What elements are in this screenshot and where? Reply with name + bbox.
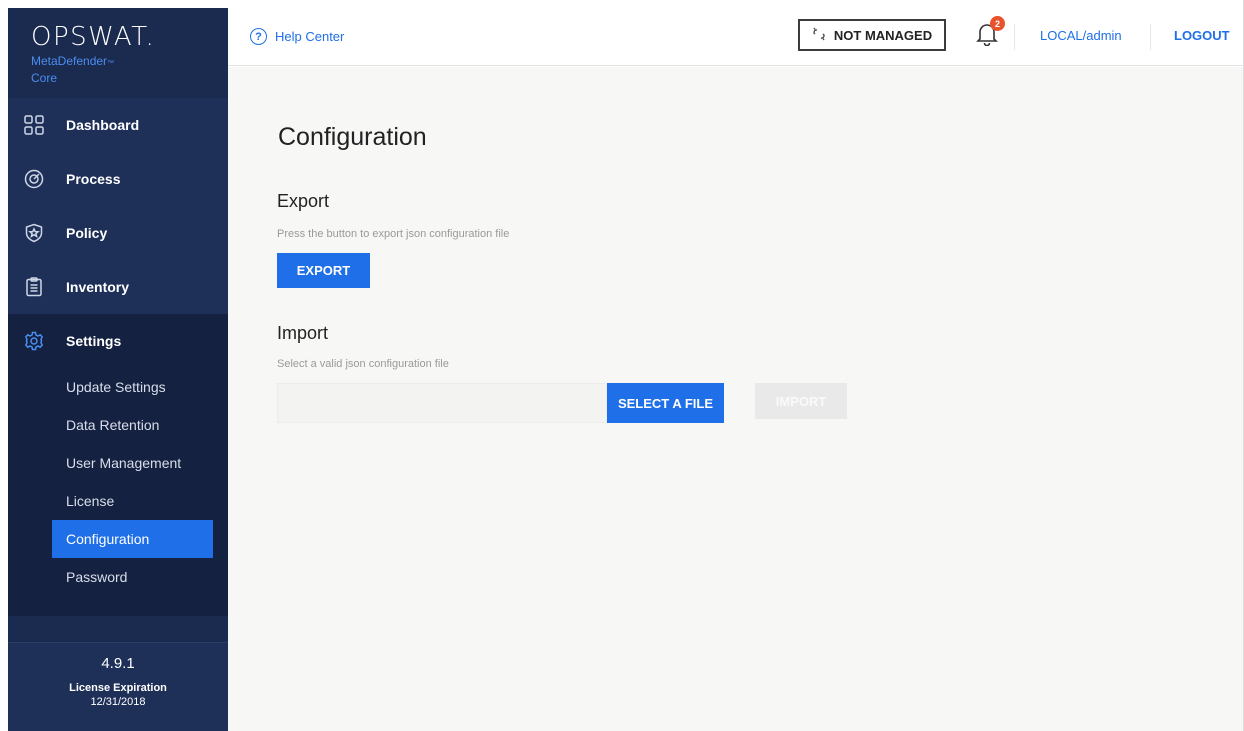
product-name-line1: MetaDefender: [31, 54, 108, 68]
select-file-button[interactable]: SELECT A FILE: [607, 383, 724, 423]
sidebar-footer: 4.9.1 License Expiration 12/31/2018: [8, 642, 228, 731]
license-expiration-date: 12/31/2018: [90, 696, 146, 708]
sidebar-item-label: Dashboard: [66, 117, 140, 133]
sidebar-subitem-password[interactable]: Password: [8, 558, 228, 596]
sidebar-item-policy[interactable]: Policy: [8, 206, 228, 260]
sidebar-item-process[interactable]: Process: [8, 152, 228, 206]
policy-icon: [8, 223, 52, 243]
import-button[interactable]: IMPORT: [755, 383, 847, 419]
product-name: MetaDefender™ Core: [31, 54, 115, 85]
version-label: 4.9.1: [101, 655, 135, 672]
sidebar-item-label: Inventory: [66, 279, 130, 295]
process-icon: [8, 169, 52, 189]
sidebar-item-label: Process: [66, 171, 121, 187]
broken-link-icon: [812, 27, 826, 44]
header-divider: [1014, 24, 1015, 50]
sidebar-item-settings[interactable]: Settings: [8, 314, 228, 368]
sidebar-subitem-data-retention[interactable]: Data Retention: [8, 406, 228, 444]
page-title: Configuration: [278, 123, 427, 151]
help-center-label: Help Center: [275, 29, 345, 44]
settings-group: Settings Update Settings Data Retention …: [8, 314, 228, 616]
sidebar-nav: Dashboard Process Policy Inventory: [8, 98, 228, 314]
sidebar-subitem-update-settings[interactable]: Update Settings: [8, 368, 228, 406]
help-center-link[interactable]: ? Help Center: [250, 28, 344, 45]
import-hint: Select a valid json configuration file: [277, 358, 449, 370]
file-path-field[interactable]: [277, 383, 607, 423]
license-expiration-label: License Expiration: [69, 682, 167, 694]
user-menu-link[interactable]: LOCAL/admin: [1040, 28, 1122, 43]
sidebar-item-label: Settings: [66, 333, 122, 349]
inventory-icon: [8, 277, 52, 297]
product-name-line2: Core: [31, 71, 58, 85]
not-managed-label: NOT MANAGED: [833, 27, 933, 43]
notifications-count-badge: 2: [990, 16, 1005, 31]
sidebar-subitem-license[interactable]: License: [8, 482, 228, 520]
export-hint: Press the button to export json configur…: [277, 228, 510, 240]
brand: OPSWAT. MetaDefender™ Core: [8, 8, 228, 98]
dashboard-icon: [8, 115, 52, 135]
not-managed-button[interactable]: NOT MANAGED: [798, 19, 946, 51]
import-heading: Import: [277, 323, 329, 343]
main-content: Configuration Export Press the button to…: [228, 67, 1244, 731]
help-icon: ?: [250, 28, 267, 45]
sidebar-item-dashboard[interactable]: Dashboard: [8, 98, 228, 152]
sidebar-subitem-configuration[interactable]: Configuration: [52, 520, 213, 558]
logout-button[interactable]: LOGOUT: [1174, 28, 1230, 43]
top-header: ? Help Center NOT MANAGED 2 LOCAL/admin …: [228, 8, 1244, 66]
sidebar-subitem-user-management[interactable]: User Management: [8, 444, 228, 482]
gear-icon: [8, 331, 52, 351]
sidebar-item-label: Policy: [66, 225, 108, 241]
opswat-logo: OPSWAT.: [31, 22, 156, 52]
sidebar-item-inventory[interactable]: Inventory: [8, 260, 228, 314]
export-heading: Export: [277, 191, 330, 211]
sidebar: OPSWAT. MetaDefender™ Core Dashboard Pro…: [8, 8, 228, 731]
header-divider: [1150, 24, 1151, 50]
export-button[interactable]: EXPORT: [277, 253, 370, 288]
